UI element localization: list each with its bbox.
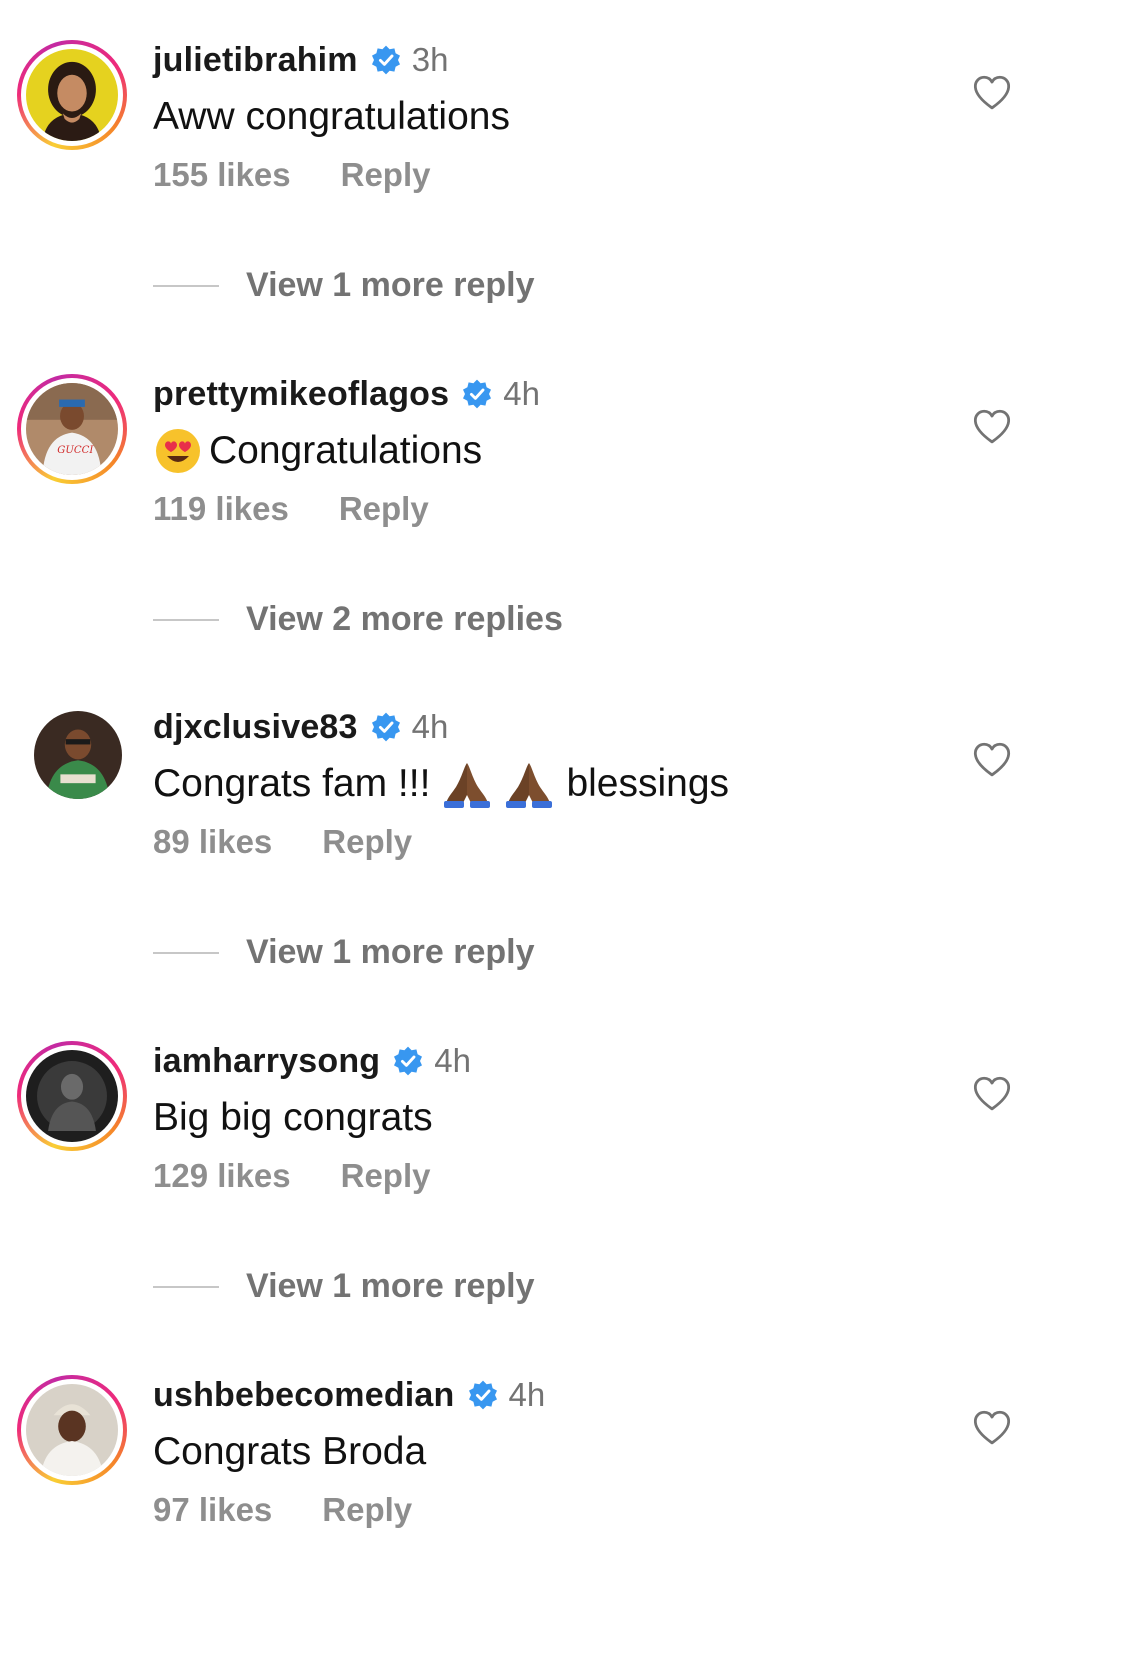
view-more-replies-button[interactable]: View 2 more replies [153,600,563,639]
likes-count[interactable]: 89 likes [153,823,272,861]
folded-hands-emoji-icon [504,759,554,809]
comment-time: 4h [508,1376,546,1413]
avatar[interactable] [17,1375,127,1485]
view-more-replies-button[interactable]: View 1 more reply [153,1267,535,1306]
reply-button[interactable]: Reply [341,156,431,194]
divider [153,284,219,287]
comment-time: 4h [434,1042,471,1079]
likes-count[interactable]: 119 likes [153,490,289,528]
avatar[interactable] [17,1041,127,1151]
avatar-photo [26,1050,118,1142]
comment-text: Aww congratulations [153,95,510,138]
heart-outline-icon[interactable] [971,406,1013,448]
reply-button[interactable]: Reply [339,490,429,528]
verified-badge-icon [467,1379,499,1411]
comment-item: ushbebecomedian 4h Congrats Broda 97 lik… [0,1335,1125,1669]
verified-badge-icon [461,378,493,410]
username[interactable]: prettymikeoflagos [153,375,449,414]
comment-text: Congrats Broda [153,1430,427,1473]
divider [153,951,219,954]
avatar-photo [26,1384,118,1476]
heart-eyes-emoji-icon [153,426,203,476]
comment-item: iamharrysong 4h Big big congrats 129 lik… [0,1001,1125,1335]
username[interactable]: ushbebecomedian [153,1376,455,1415]
comment-time: 3h [411,41,449,78]
heart-outline-icon[interactable] [971,739,1013,781]
heart-outline-icon[interactable] [971,1073,1013,1115]
username[interactable]: iamharrysong [153,1042,380,1081]
comment-item: GUCCI prettymikeoflagos 4h Congratulatio… [0,334,1125,668]
svg-text:GUCCI: GUCCI [57,445,94,456]
comment-item: julietibrahim 3h Aww congratulations 155… [0,0,1125,334]
reply-button[interactable]: Reply [322,823,412,861]
username[interactable]: djxclusive83 [153,708,358,747]
verified-badge-icon [370,44,402,76]
comment-item: djxclusive83 4h Congrats fam !!! blessin… [0,667,1125,1001]
heart-outline-icon[interactable] [971,1407,1013,1449]
likes-count[interactable]: 97 likes [153,1491,272,1529]
comment-text: Congrats fam !!! blessings [153,759,965,809]
comment-text: Congratulations [153,426,965,476]
divider [153,618,219,621]
avatar[interactable]: GUCCI [17,374,127,484]
verified-badge-icon [392,1045,424,1077]
view-more-replies-button[interactable]: View 1 more reply [153,266,535,305]
verified-badge-icon [370,711,402,743]
avatar[interactable] [30,707,126,803]
heart-outline-icon[interactable] [971,72,1013,114]
comment-time: 4h [411,708,449,745]
likes-count[interactable]: 155 likes [153,156,291,194]
username[interactable]: julietibrahim [153,41,358,80]
avatar-photo [34,711,122,799]
reply-button[interactable]: Reply [322,1491,412,1529]
avatar[interactable] [17,40,127,150]
reply-button[interactable]: Reply [341,1157,431,1195]
divider [153,1285,219,1288]
comment-time: 4h [503,375,540,412]
view-more-replies-button[interactable]: View 1 more reply [153,933,535,972]
avatar-photo: GUCCI [26,383,118,475]
avatar-photo [26,49,118,141]
comment-text: Big big congrats [153,1096,433,1139]
folded-hands-emoji-icon [442,759,492,809]
likes-count[interactable]: 129 likes [153,1157,291,1195]
